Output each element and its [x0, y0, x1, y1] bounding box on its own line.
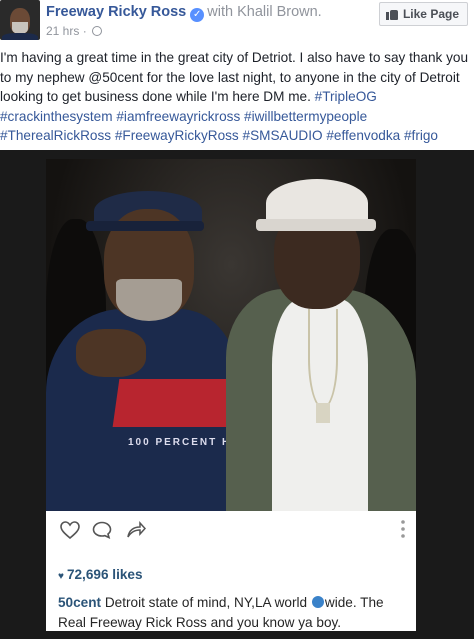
page-name-link[interactable]: Freeway Ricky Ross: [46, 4, 186, 20]
like-page-label: Like Page: [402, 7, 459, 21]
public-globe-icon: [92, 26, 103, 36]
hashtag-link[interactable]: #FreewayRickyRoss: [115, 128, 239, 143]
globe-emoji-icon: [311, 596, 324, 608]
with-label: with: [207, 4, 234, 20]
hashtag-link[interactable]: #iamfreewayrickross: [116, 109, 240, 124]
verified-badge-icon: ✓: [190, 8, 205, 22]
shirt-graphic: [112, 379, 240, 427]
tagged-person-link[interactable]: Khalil Brown.: [237, 4, 322, 20]
hashtag-link[interactable]: #TripleOG: [315, 89, 377, 104]
caption-text-part-1: Detroit state of mind, NY,LA world: [101, 595, 311, 610]
person-right-pendant: [316, 403, 330, 423]
post-meta: 21 hrs ·: [46, 24, 103, 38]
likes-count: 72,696 likes: [66, 567, 143, 582]
hashtag-link[interactable]: #frigo: [404, 128, 438, 143]
post-photo[interactable]: 100 PERCENT HUST ♥ 72,696 likes 50cent De…: [0, 150, 474, 639]
more-options-icon: [401, 520, 405, 538]
name-line: Freeway Ricky Ross ✓ with Khalil Brown.: [46, 4, 322, 22]
small-heart-icon: ♥: [58, 571, 64, 582]
hashtag-link[interactable]: #crackinthesystem: [0, 109, 113, 124]
post-body: I'm having a great time in the great cit…: [0, 48, 474, 146]
instagram-likes: ♥ 72,696 likes: [58, 567, 143, 582]
instagram-screenshot: 100 PERCENT HUST ♥ 72,696 likes 50cent De…: [46, 159, 416, 631]
person-left-hat-brim: [86, 221, 204, 231]
caption-username: 50cent: [58, 595, 102, 610]
like-page-button[interactable]: Like Page: [378, 2, 468, 26]
hashtag-link[interactable]: #SMSAUDIO: [243, 128, 323, 143]
hashtag-link[interactable]: #TherealRickRoss: [0, 128, 111, 143]
hashtag-link[interactable]: #iwillbettermypeople: [244, 109, 367, 124]
comment-icon: [92, 521, 112, 539]
meta-separator: ·: [82, 24, 87, 38]
person-right-chain: [308, 309, 338, 409]
heart-icon: [60, 521, 80, 539]
avatar-shirt: [2, 33, 38, 40]
instagram-photo: 100 PERCENT HUST: [46, 159, 416, 511]
person-left-beard: [116, 279, 182, 321]
person-left-hand: [76, 329, 146, 377]
hashtag-link[interactable]: #effenvodka: [326, 128, 400, 143]
post-header: Freeway Ricky Ross ✓ with Khalil Brown. 21…: [0, 0, 474, 42]
post-timestamp[interactable]: 21 hrs: [46, 24, 79, 38]
share-icon: [127, 521, 146, 538]
instagram-action-bar: [46, 511, 416, 547]
person-right-cap-brim: [256, 219, 376, 231]
thumbs-up-icon: [385, 8, 398, 20]
instagram-caption: 50cent Detroit state of mind, NY,LA worl…: [58, 593, 408, 632]
page-avatar[interactable]: [0, 0, 40, 40]
post-text: I'm having a great time in the great cit…: [0, 50, 469, 104]
